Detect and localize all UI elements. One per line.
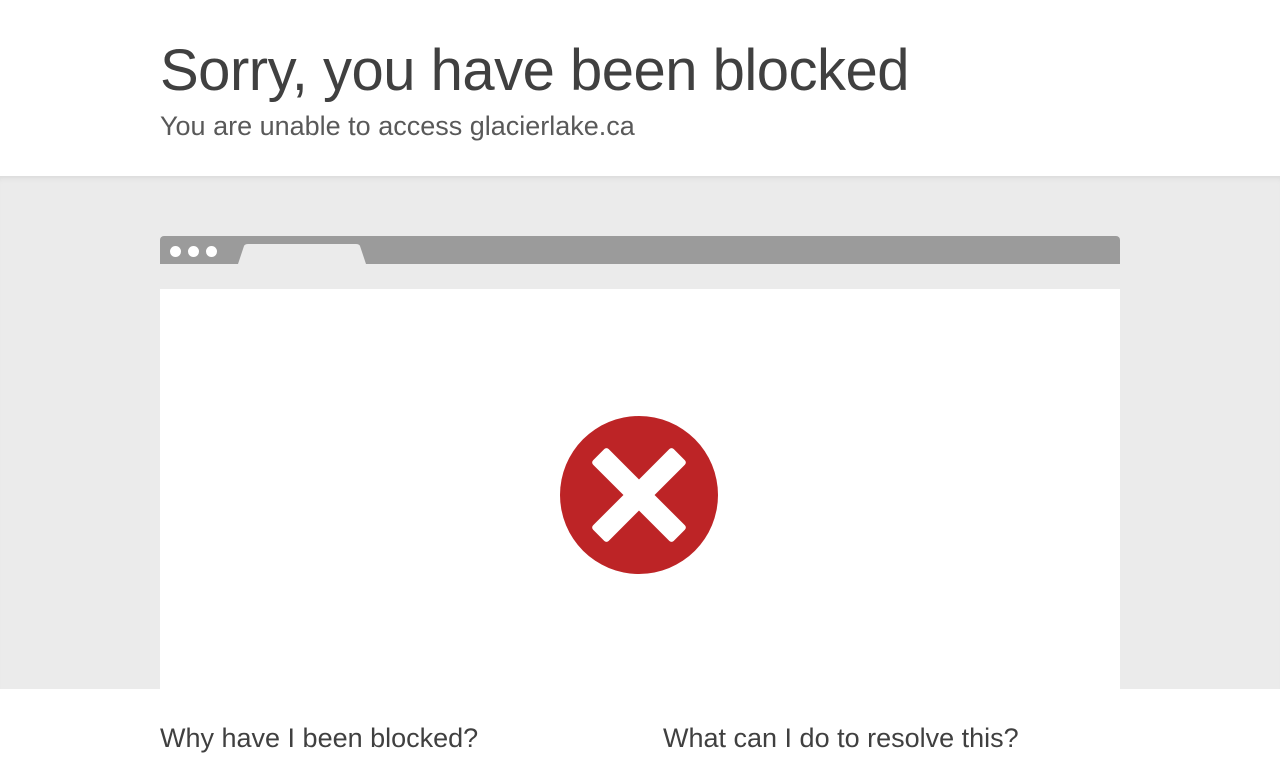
browser-tab-icon	[238, 244, 366, 264]
page-header: Sorry, you have been blocked You are una…	[0, 0, 1280, 176]
window-dot-icon	[206, 246, 217, 257]
window-dot-icon	[188, 246, 199, 257]
why-blocked-heading: Why have I been blocked?	[160, 723, 479, 753]
blocked-x-circle-icon	[560, 416, 718, 574]
window-dot-icon	[170, 246, 181, 257]
resolve-heading: What can I do to resolve this?	[663, 723, 1019, 753]
page-title: Sorry, you have been blocked	[160, 38, 910, 103]
page-subtitle: You are unable to access glacierlake.ca	[160, 111, 635, 141]
